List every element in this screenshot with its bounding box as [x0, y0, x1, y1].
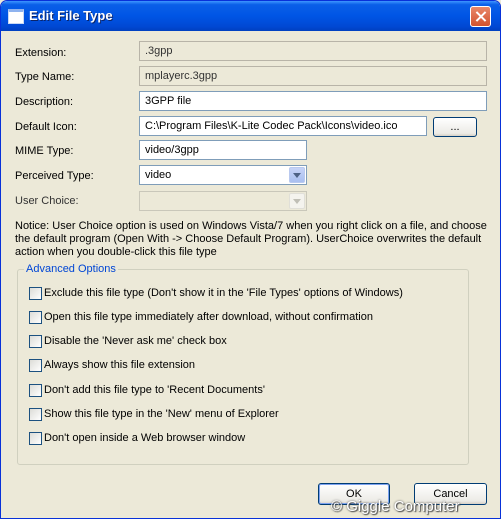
user-choice-label: User Choice: — [15, 195, 79, 207]
option-label: Show this file type in the 'New' menu of… — [44, 408, 279, 420]
checkbox[interactable] — [29, 384, 42, 397]
description-input[interactable]: 3GPP file — [139, 91, 487, 111]
checkbox[interactable] — [29, 359, 42, 372]
edit-file-type-dialog: Edit File Type Extension: .3gpp Type Nam… — [0, 0, 501, 519]
option-label: Disable the 'Never ask me' check box — [44, 335, 227, 347]
checkbox[interactable] — [29, 311, 42, 324]
checkbox[interactable] — [29, 408, 42, 421]
perceived-type-label: Perceived Type: — [15, 170, 94, 182]
chevron-down-icon — [289, 193, 305, 209]
chevron-down-icon[interactable] — [289, 167, 305, 183]
type-name-label: Type Name: — [15, 71, 75, 83]
option-label: Exclude this file type (Don't show it in… — [44, 287, 403, 299]
option-label: Don't add this file type to 'Recent Docu… — [44, 384, 265, 396]
default-icon-label: Default Icon: — [15, 121, 77, 133]
checkbox[interactable] — [29, 432, 42, 445]
watermark: © Giggle Computer — [331, 498, 460, 515]
mime-type-input[interactable]: video/3gpp — [139, 140, 307, 160]
user-choice-select — [139, 191, 307, 211]
option-label: Open this file type immediately after do… — [44, 311, 373, 323]
extension-field: .3gpp — [139, 41, 487, 61]
browse-icon-button[interactable]: ... — [433, 117, 477, 137]
user-choice-notice: Notice: User Choice option is used on Wi… — [15, 220, 487, 258]
mime-type-label: MIME Type: — [15, 145, 74, 157]
perceived-type-value: video — [145, 169, 172, 181]
advanced-options-title: Advanced Options — [24, 263, 118, 275]
window-icon — [8, 9, 24, 24]
type-name-field: mplayerc.3gpp — [139, 66, 487, 86]
window-title: Edit File Type — [29, 8, 113, 23]
title-bar[interactable]: Edit File Type — [1, 1, 500, 31]
checkbox[interactable] — [29, 335, 42, 348]
description-label: Description: — [15, 96, 74, 108]
option-label: Don't open inside a Web browser window — [44, 432, 246, 444]
extension-label: Extension: — [15, 47, 67, 59]
option-label: Always show this file extension — [44, 359, 196, 371]
checkbox[interactable] — [29, 287, 42, 300]
perceived-type-select[interactable]: video — [139, 165, 307, 185]
default-icon-input[interactable]: C:\Program Files\K-Lite Codec Pack\Icons… — [139, 116, 427, 136]
close-icon[interactable] — [470, 6, 491, 27]
